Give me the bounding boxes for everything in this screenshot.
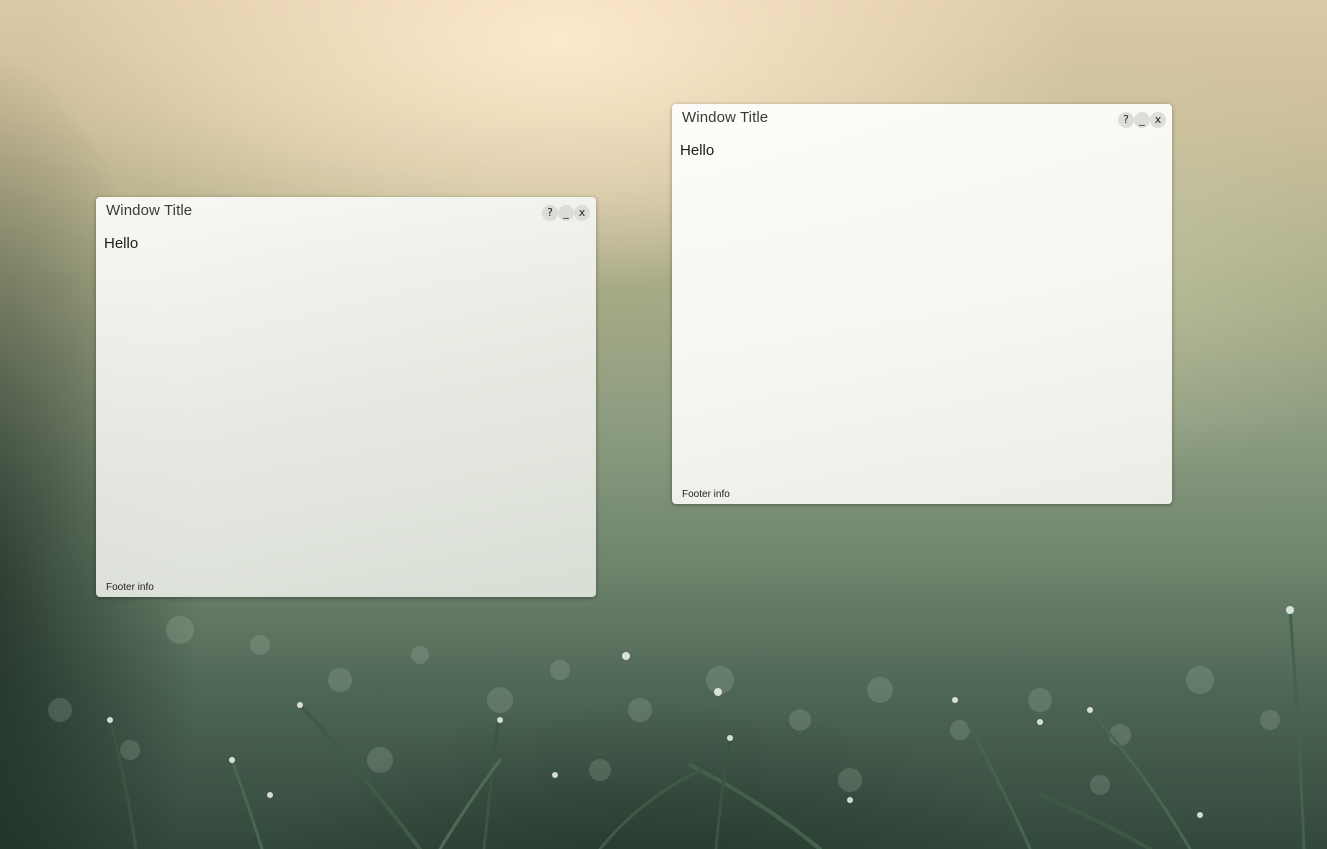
- window-controls: ? _ x: [1118, 112, 1166, 128]
- help-button[interactable]: ?: [1118, 112, 1134, 128]
- window-footer: Footer info: [106, 582, 154, 593]
- dialog-window-right[interactable]: Window Title ? _ x Hello Footer info: [672, 104, 1172, 504]
- window-title: Window Title: [106, 202, 193, 219]
- dialog-window-left[interactable]: Window Title ? _ x Hello Footer info: [96, 197, 596, 597]
- window-controls: ? _ x: [542, 205, 590, 221]
- window-content-text: Hello: [680, 142, 715, 159]
- minimize-button[interactable]: _: [558, 205, 574, 221]
- help-button[interactable]: ?: [542, 205, 558, 221]
- window-title: Window Title: [682, 109, 769, 126]
- close-button[interactable]: x: [1150, 112, 1166, 128]
- minimize-button[interactable]: _: [1134, 112, 1150, 128]
- grass-illustration: [48, 606, 1306, 849]
- window-footer: Footer info: [682, 489, 730, 500]
- window-content-text: Hello: [104, 235, 139, 252]
- close-button[interactable]: x: [574, 205, 590, 221]
